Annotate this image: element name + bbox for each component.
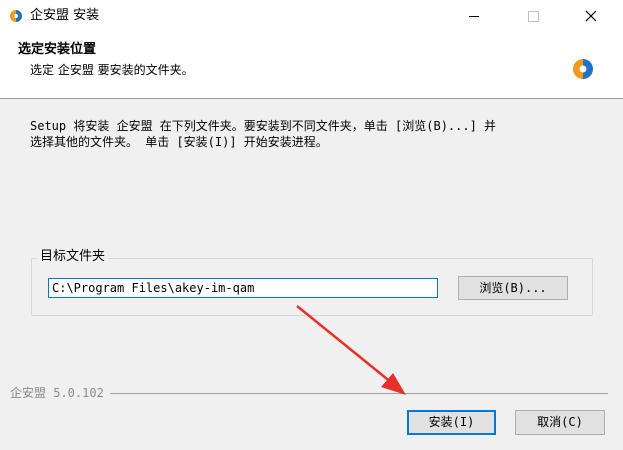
instructions-text: Setup 将安装 企安盟 在下列文件夹。要安装到不同文件夹，单击 [浏览(B)… (30, 118, 600, 150)
close-icon (585, 10, 597, 22)
maximize-icon (528, 11, 539, 22)
install-button[interactable]: 安装(I) (407, 410, 496, 435)
version-label: 企安盟 5.0.102 (10, 386, 110, 400)
page-subtitle: 选定 企安盟 要安装的文件夹。 (30, 63, 194, 77)
instructions-line-1: Setup 将安装 企安盟 在下列文件夹。要安装到不同文件夹，单击 [浏览(B)… (30, 119, 497, 133)
app-icon (10, 10, 22, 22)
title-bar: 企安盟 安装 (0, 0, 623, 32)
cancel-button[interactable]: 取消(C) (515, 410, 605, 435)
browse-button[interactable]: 浏览(B)... (458, 276, 568, 300)
instructions-line-2: 选择其他的文件夹。 单击 [安装(I)] 开始安装进程。 (30, 135, 328, 149)
close-button[interactable] (568, 0, 614, 32)
minimize-button[interactable] (451, 0, 497, 32)
minimize-icon (469, 16, 479, 17)
page-header: 选定安装位置 选定 企安盟 要安装的文件夹。 (0, 32, 623, 99)
destination-path-input[interactable]: C:\Program Files\akey-im-qam (48, 278, 438, 298)
product-logo-icon (573, 59, 593, 79)
destination-folder-label: 目标文件夹 (37, 249, 109, 265)
page-title: 选定安装位置 (18, 42, 97, 57)
maximize-button (510, 0, 556, 32)
window-title: 企安盟 安装 (30, 8, 100, 23)
